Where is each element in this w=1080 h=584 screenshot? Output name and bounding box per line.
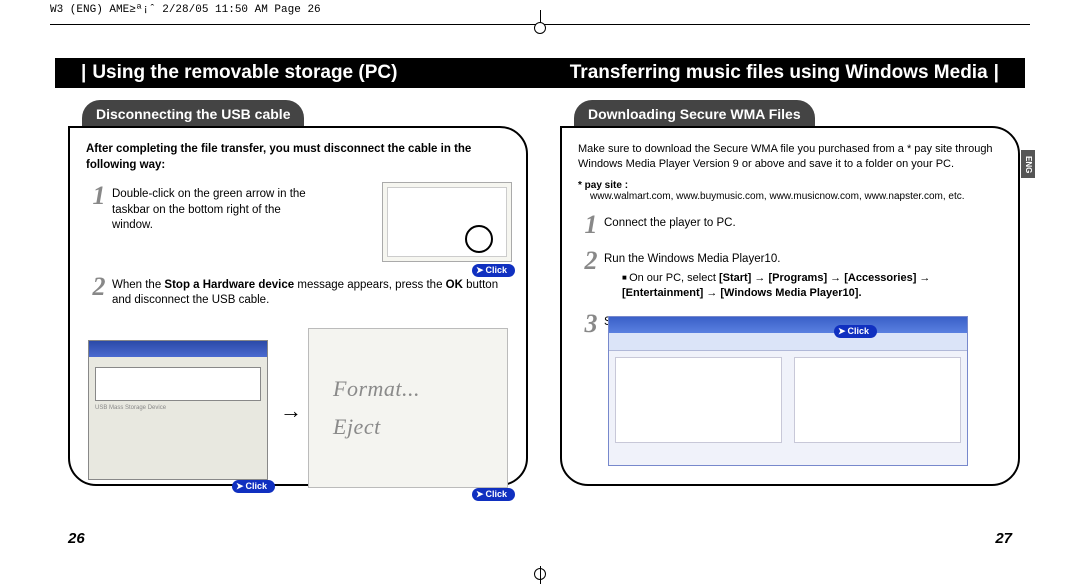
crop-mark — [534, 568, 546, 580]
step-number: 1 — [578, 212, 604, 238]
click-badge: Click — [472, 264, 515, 277]
figure-context-menu: Format... Eject Click — [308, 328, 508, 488]
print-header: W3 (ENG) AME≥ª¡ˆ 2/28/05 11:50 AM Page 2… — [50, 4, 321, 16]
section-heading-right: Downloading Secure WMA Files — [574, 100, 815, 128]
t: * pay site : — [578, 180, 628, 191]
menu-item-eject: Eject — [333, 414, 507, 440]
right-page: Downloading Secure WMA Files Make sure t… — [560, 100, 1020, 486]
page-number-left: 26 — [68, 530, 85, 547]
menu-item-format: Format... — [333, 376, 507, 402]
title-right-text: Transferring music files using Windows M… — [570, 62, 988, 83]
content-box-left: After completing the file transfer, you … — [68, 126, 528, 486]
intro-text: Make sure to download the Secure WMA fil… — [578, 142, 1002, 172]
t: Stop a Hardware device — [164, 279, 294, 291]
page-title-left: |Using the removable storage (PC) — [55, 62, 397, 84]
figure-tray-icon: Click — [382, 182, 512, 262]
click-badge: Click — [834, 325, 877, 338]
step-text: Double-click on the green arrow in the t… — [112, 183, 322, 234]
paysite-label: * pay site : www.walmart.com, www.buymus… — [578, 180, 1002, 202]
intro-text: After completing the file transfer, you … — [86, 142, 510, 173]
step-number: 2 — [86, 274, 112, 300]
step-2: 2 When the Stop a Hardware device messag… — [86, 274, 510, 309]
figure-safely-remove: USB Mass Storage Device Click — [88, 340, 268, 480]
step-number: 3 — [578, 311, 604, 337]
paysite-list: www.walmart.com, www.buymusic.com, www.m… — [578, 191, 965, 202]
page-number-right: 27 — [995, 530, 1012, 547]
t: On our PC, select — [629, 272, 719, 284]
step-sub: On our PC, select [Start] → [Programs] →… — [622, 271, 1002, 301]
click-badge: Click — [472, 488, 515, 501]
figure-wmp-window: Click — [608, 316, 968, 466]
step-text: When the Stop a Hardware device message … — [112, 274, 510, 309]
step-text: Run the Windows Media Player10. On our P… — [604, 248, 1002, 301]
left-page: Disconnecting the USB cable After comple… — [68, 100, 528, 486]
click-badge: Click — [232, 480, 275, 493]
highlight-circle-icon — [465, 225, 493, 253]
step-1: 1 Connect the player to PC. — [578, 212, 1002, 238]
title-left-text: Using the removable storage (PC) — [92, 62, 397, 83]
t: When the — [112, 279, 164, 291]
step-number: 1 — [86, 183, 112, 209]
language-tab: ENG — [1021, 150, 1035, 178]
page-title-right: Transferring music files using Windows M… — [570, 62, 1005, 84]
header-bar: |Using the removable storage (PC) Transf… — [55, 58, 1025, 88]
t: OK — [446, 279, 463, 291]
crop-mark — [534, 22, 546, 34]
section-heading-left: Disconnecting the USB cable — [82, 100, 304, 128]
arrow-right-icon: → — [280, 398, 302, 424]
step-2: 2 Run the Windows Media Player10. On our… — [578, 248, 1002, 301]
step-text: Connect the player to PC. — [604, 212, 1002, 232]
t: message appears, press the — [294, 279, 446, 291]
t: Run the Windows Media Player10. — [604, 253, 780, 265]
step-number: 2 — [578, 248, 604, 274]
content-box-right: Make sure to download the Secure WMA fil… — [560, 126, 1020, 486]
